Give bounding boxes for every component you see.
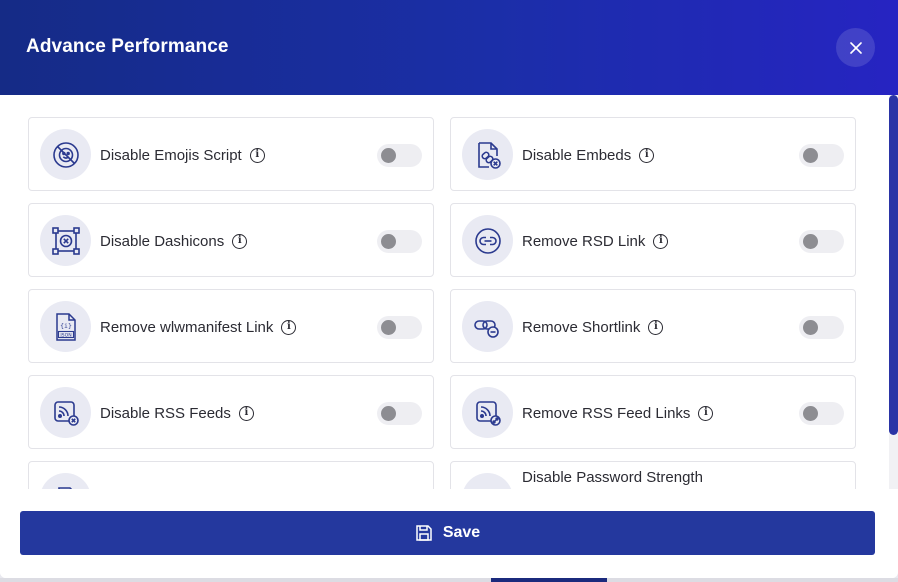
setting-toggle[interactable] — [799, 402, 844, 425]
json-file-icon: {i} JSON — [55, 312, 76, 341]
setting-icon-wrapper — [462, 215, 513, 266]
toggle-knob — [803, 148, 818, 163]
setting-icon-wrapper — [462, 301, 513, 352]
setting-label: Remove RSS Feed Links — [522, 404, 691, 422]
setting-card-remove-rsd-link: Remove RSD Link i — [450, 203, 856, 277]
setting-icon-wrapper — [40, 215, 91, 266]
rss-feed-disabled-icon — [53, 400, 79, 426]
setting-card-partial — [28, 461, 434, 489]
info-icon[interactable]: i — [639, 147, 655, 163]
scrollbar-thumb[interactable] — [889, 95, 898, 435]
setting-card-remove-wlwmanifest-link: {i} JSON Remove wlwmanifest Link i — [28, 289, 434, 363]
save-button[interactable]: Save — [20, 511, 875, 555]
settings-grid: Disable Emojis Script i Disable Embeds i… — [28, 117, 856, 489]
setting-card-remove-shortlink: Remove Shortlink i — [450, 289, 856, 363]
setting-toggle[interactable] — [377, 402, 422, 425]
close-icon — [849, 41, 862, 54]
setting-icon-wrapper — [40, 473, 91, 489]
setting-label: Disable Dashicons — [100, 232, 225, 250]
setting-icon-wrapper — [40, 387, 91, 438]
setting-card-disable-password-strength: Disable Password Strength — [450, 461, 856, 489]
setting-label: Disable Embeds — [522, 146, 632, 164]
toggle-knob — [803, 320, 818, 335]
setting-toggle[interactable] — [377, 144, 422, 167]
settings-scroll-area[interactable]: Disable Emojis Script i Disable Embeds i… — [0, 95, 898, 489]
info-icon[interactable]: i — [648, 319, 664, 335]
setting-toggle[interactable] — [377, 230, 422, 253]
info-icon[interactable]: i — [698, 405, 714, 421]
info-icon[interactable]: i — [238, 405, 254, 421]
setting-icon-wrapper — [462, 129, 513, 180]
setting-icon-wrapper — [462, 473, 513, 489]
setting-toggle[interactable] — [799, 316, 844, 339]
setting-card-disable-rss-feeds: Disable RSS Feeds i — [28, 375, 434, 449]
setting-card-disable-emojis-script: Disable Emojis Script i — [28, 117, 434, 191]
setting-label: Disable Password Strength — [522, 468, 703, 486]
setting-icon-wrapper — [462, 387, 513, 438]
toggle-knob — [803, 406, 818, 421]
setting-toggle[interactable] — [799, 230, 844, 253]
setting-toggle[interactable] — [799, 144, 844, 167]
setting-label: Disable Emojis Script — [100, 146, 242, 164]
close-button[interactable] — [836, 28, 875, 67]
info-icon[interactable]: i — [281, 319, 297, 335]
setting-icon-wrapper: {i} JSON — [40, 301, 91, 352]
setting-toggle[interactable] — [377, 316, 422, 339]
setting-label: Disable RSS Feeds — [100, 404, 231, 422]
setting-label: Remove wlwmanifest Link — [100, 318, 274, 336]
setting-icon-wrapper — [40, 129, 91, 180]
shortlink-remove-icon — [473, 319, 499, 338]
modal-header: Advance Performance — [0, 0, 898, 95]
rsd-link-icon — [474, 227, 501, 254]
setting-label: Remove Shortlink — [522, 318, 641, 336]
background-page-edge — [0, 578, 898, 582]
info-icon[interactable]: i — [249, 147, 265, 163]
modal-title: Advance Performance — [26, 36, 229, 57]
background-element — [491, 578, 607, 582]
toggle-knob — [381, 406, 396, 421]
toggle-knob — [381, 148, 396, 163]
floppy-disk-icon — [416, 525, 432, 541]
modal-footer: Save — [0, 489, 898, 578]
dashicons-disabled-icon — [51, 226, 80, 255]
toggle-knob — [381, 234, 396, 249]
toggle-knob — [803, 234, 818, 249]
setting-card-disable-embeds: Disable Embeds i — [450, 117, 856, 191]
save-button-label: Save — [442, 524, 481, 541]
setting-label: Remove RSD Link — [522, 232, 646, 250]
svg-text:{i}: {i} — [60, 322, 72, 330]
embed-link-disabled-icon — [477, 141, 501, 169]
rss-feed-link-icon — [475, 400, 501, 426]
info-icon[interactable]: i — [232, 233, 248, 249]
setting-card-disable-dashicons: Disable Dashicons i — [28, 203, 434, 277]
advance-performance-modal: Advance Performance Disable Emojis Scrip… — [0, 0, 898, 578]
info-icon[interactable]: i — [653, 233, 669, 249]
setting-card-remove-rss-feed-links: Remove RSS Feed Links i — [450, 375, 856, 449]
emoji-disabled-icon — [52, 141, 79, 168]
toggle-knob — [381, 320, 396, 335]
svg-text:JSON: JSON — [59, 332, 71, 338]
